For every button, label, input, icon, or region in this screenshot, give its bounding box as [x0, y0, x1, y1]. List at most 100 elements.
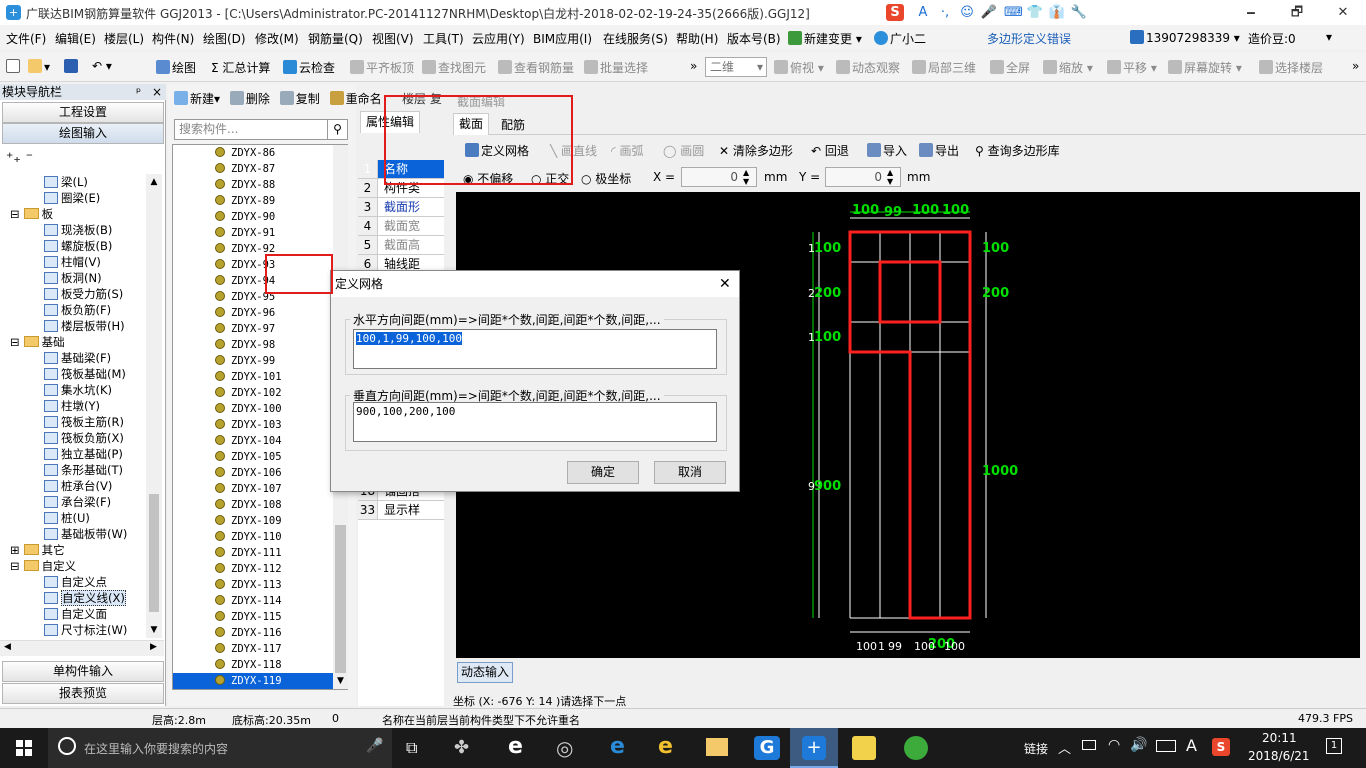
component-list-item[interactable]: ZDYX-119: [173, 673, 333, 689]
nav-tree-item[interactable]: 板负筋(F): [44, 302, 111, 318]
copy-component-button[interactable]: 复制: [279, 91, 320, 106]
glodon-g-icon[interactable]: G: [754, 736, 780, 760]
component-list-item[interactable]: ZDYX-87: [173, 161, 333, 177]
mic-icon[interactable]: 🎤: [366, 738, 383, 754]
batch-select-button[interactable]: 批量选择: [584, 59, 648, 76]
component-list-item[interactable]: ZDYX-117: [173, 641, 333, 657]
nav-tree-item[interactable]: ⊞ 其它: [10, 542, 65, 558]
nav-tree-item[interactable]: 螺旋板(B): [44, 238, 112, 254]
x-spinner-icon[interactable]: ▲ ▼: [743, 168, 749, 186]
sogou-ime-icon[interactable]: S: [886, 4, 904, 21]
nav-hscrollbar[interactable]: ◀ ▶: [0, 640, 164, 656]
nav-tree-item[interactable]: 集水坑(K): [44, 382, 112, 398]
open-file-icon[interactable]: ▾: [28, 59, 50, 74]
menu-help[interactable]: 帮助(H): [676, 30, 718, 47]
draw-button[interactable]: 绘图: [156, 59, 196, 76]
menu-floor[interactable]: 楼层(L): [104, 30, 144, 47]
export-button[interactable]: 导出: [919, 142, 959, 159]
component-list-item[interactable]: ZDYX-99: [173, 353, 333, 369]
expand-toggle-icon[interactable]: ⊟: [10, 559, 20, 573]
scroll-right-icon[interactable]: ▶: [150, 642, 157, 652]
nav-tree-item[interactable]: 筏板主筋(R): [44, 414, 124, 430]
component-list-item[interactable]: ZDYX-105: [173, 449, 333, 465]
menu-file[interactable]: 文件(F): [6, 30, 46, 47]
pin-icon[interactable]: ᵖ: [136, 84, 141, 100]
rotate-button[interactable]: 屏幕旋转 ▾: [1168, 59, 1242, 76]
menu-cloud[interactable]: 云应用(Y): [472, 30, 525, 47]
toolbar-overflow-icon[interactable]: »: [690, 59, 697, 73]
ime-lang-indicator[interactable]: A: [1186, 736, 1197, 755]
menu-bim[interactable]: BIM应用(I): [533, 30, 592, 47]
ime-letter-icon[interactable]: A: [914, 4, 932, 21]
component-list-item[interactable]: ZDYX-91: [173, 225, 333, 241]
expand-toggle-icon[interactable]: ⊟: [10, 207, 20, 221]
minimize-button[interactable]: 🗕: [1228, 0, 1274, 25]
top-view-button[interactable]: 俯视 ▾: [774, 59, 824, 76]
component-list-item[interactable]: ZDYX-107: [173, 481, 333, 497]
expand-toggle-icon[interactable]: ⊞: [10, 543, 20, 557]
dialog-close-icon[interactable]: ✕: [719, 271, 731, 297]
nav-tree-item[interactable]: 圈梁(E): [44, 190, 100, 206]
single-component-input-button[interactable]: 单构件输入: [2, 661, 164, 682]
project-settings-button[interactable]: 工程设置: [2, 102, 164, 123]
ime-shirt-icon[interactable]: 👔: [1048, 4, 1066, 21]
toolbar-overflow-right-icon[interactable]: »: [1352, 59, 1359, 73]
nav-tree-item[interactable]: 板洞(N): [44, 270, 102, 286]
cancel-button[interactable]: 取消: [654, 461, 726, 484]
expand-toggle-icon[interactable]: ⊟: [10, 335, 20, 349]
menu-edit[interactable]: 编辑(E): [55, 30, 96, 47]
nav-tree-item[interactable]: 基础板带(W): [44, 526, 127, 542]
calc-button[interactable]: Σ 汇总计算: [211, 59, 270, 76]
nav-tree-item[interactable]: 桩承台(V): [44, 478, 112, 494]
menu-draw[interactable]: 绘图(D): [203, 30, 246, 47]
horizontal-spacing-input[interactable]: 100,1,99,100,100: [353, 329, 717, 369]
keyboard-icon[interactable]: [1156, 740, 1176, 752]
nav-tree-item[interactable]: 自定义线(X): [44, 590, 126, 606]
component-list-item[interactable]: ZDYX-88: [173, 177, 333, 193]
tray-date[interactable]: 2018/6/21: [1248, 749, 1310, 763]
fullscreen-button[interactable]: 全屏: [990, 59, 1030, 76]
property-row[interactable]: 5 截面高: [358, 236, 444, 255]
volume-icon[interactable]: 🔊: [1130, 737, 1147, 753]
windows-start-icon[interactable]: [16, 740, 32, 756]
edge-browser-icon[interactable]: e: [610, 734, 625, 759]
menu-tools[interactable]: 工具(T): [423, 30, 464, 47]
fan-app-icon[interactable]: ✤: [454, 737, 469, 758]
component-list-item[interactable]: ZDYX-102: [173, 385, 333, 401]
component-list-item[interactable]: ZDYX-100: [173, 401, 333, 417]
nav-scroll-thumb[interactable]: [149, 494, 159, 612]
component-list-item[interactable]: ZDYX-116: [173, 625, 333, 641]
property-row[interactable]: 3 截面形: [358, 198, 444, 217]
find-element-button[interactable]: 查找图元: [422, 59, 486, 76]
pan-button[interactable]: 平移 ▾: [1107, 59, 1157, 76]
notification-icon[interactable]: 1: [1326, 738, 1342, 754]
ie-browser-icon[interactable]: e: [508, 734, 523, 759]
nav-tree-item[interactable]: 筏板负筋(X): [44, 430, 124, 446]
ie-classic-icon[interactable]: e: [658, 734, 673, 759]
drawing-input-button[interactable]: 绘图输入: [2, 123, 164, 144]
restore-button[interactable]: 🗗: [1274, 0, 1320, 25]
component-scroll-down-icon[interactable]: ▼: [333, 673, 348, 689]
component-list-item[interactable]: ZDYX-104: [173, 433, 333, 449]
zoom-button[interactable]: 缩放 ▾: [1043, 59, 1093, 76]
component-list-item[interactable]: ZDYX-115: [173, 609, 333, 625]
component-scroll-thumb[interactable]: [335, 525, 346, 673]
component-list-item[interactable]: ZDYX-114: [173, 593, 333, 609]
nav-tree-item[interactable]: 自定义点: [44, 574, 107, 590]
nav-tree-item[interactable]: 楼层板带(H): [44, 318, 125, 334]
orbit-button[interactable]: 动态观察: [836, 59, 900, 76]
y-spinner-icon[interactable]: ▲ ▼: [887, 168, 893, 186]
menu-assistant[interactable]: 广小二: [874, 30, 926, 47]
close-button[interactable]: ✕: [1320, 0, 1366, 25]
dynamic-input-button[interactable]: 动态输入: [457, 662, 513, 683]
component-list-item[interactable]: ZDYX-109: [173, 513, 333, 529]
nav-tree-item[interactable]: 独立基础(P): [44, 446, 123, 462]
nav-tree-item[interactable]: 现浇板(B): [44, 222, 112, 238]
ime-emoji-icon[interactable]: ☺: [958, 4, 976, 21]
local-3d-button[interactable]: 局部三维: [912, 59, 976, 76]
delete-component-button[interactable]: 删除: [229, 91, 270, 106]
nav-tree-item[interactable]: 条形基础(T): [44, 462, 123, 478]
radio-polar[interactable]: ○ 极坐标: [581, 170, 631, 187]
ok-button[interactable]: 确定: [567, 461, 639, 484]
menu-online[interactable]: 在线服务(S): [603, 30, 668, 47]
